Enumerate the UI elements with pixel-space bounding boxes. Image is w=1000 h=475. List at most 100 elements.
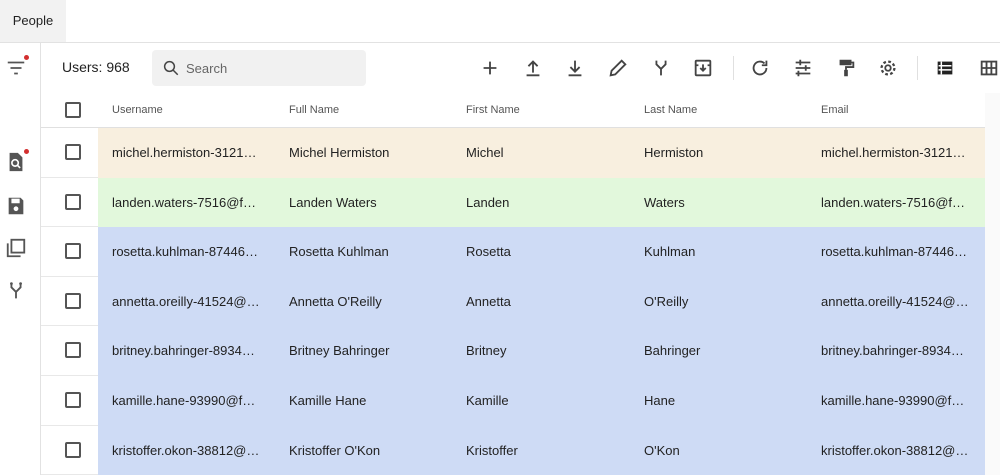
row-checkbox[interactable]	[65, 342, 81, 359]
table-row[interactable]: landen.waters-7516@fak… Landen Waters Land…	[41, 177, 985, 228]
row-checkbox-cell	[41, 128, 98, 178]
cell-first-name: Rosetta	[466, 244, 511, 260]
row-data: annetta.oreilly-41524@fa… Annetta O'Reill…	[98, 276, 985, 327]
merge-icon[interactable]	[650, 57, 672, 79]
toolbar-divider	[733, 56, 734, 80]
row-data: kamille.hane-93990@fak… Kamille Hane Kamil…	[98, 376, 985, 426]
row-checkbox[interactable]	[65, 441, 81, 458]
cell-first-name: Landen	[466, 194, 510, 210]
cell-first-name: Kamille	[466, 393, 509, 408]
cell-username: kamille.hane-93990@fak…	[112, 393, 262, 408]
grid-view-icon[interactable]	[978, 57, 1000, 79]
cell-full-name: Rosetta Kuhlman	[289, 244, 389, 260]
row-checkbox-cell	[41, 376, 98, 426]
row-data: michel.hermiston-31214… Michel Hermiston M…	[98, 128, 985, 178]
row-checkbox-cell	[41, 177, 98, 228]
refresh-icon[interactable]	[749, 57, 771, 79]
users-count: Users: 968	[62, 59, 130, 75]
download-icon[interactable]	[564, 57, 586, 79]
tab-bar: People	[0, 0, 1000, 43]
format-paint-icon[interactable]	[835, 57, 857, 79]
row-checkbox[interactable]	[65, 193, 81, 210]
select-all-checkbox[interactable]	[65, 102, 81, 118]
column-header-email[interactable]: Email	[821, 104, 849, 116]
saved-search-indicator-dot	[24, 149, 29, 154]
copy-icon[interactable]	[5, 237, 27, 259]
left-sidebar	[0, 43, 41, 475]
cell-email: kristoffer.okon-38812@f…	[821, 442, 969, 458]
cell-username: rosetta.kuhlman-87446@…	[112, 244, 262, 260]
row-checkbox[interactable]	[65, 392, 81, 408]
table-header: Username Full Name First Name Last Name …	[41, 93, 985, 128]
toolbar: Users: 968	[41, 43, 1000, 93]
column-header-username[interactable]: Username	[112, 104, 163, 116]
merge-icon[interactable]	[5, 280, 27, 302]
cell-full-name: Kristoffer O'Kon	[289, 442, 381, 458]
column-header-last-name[interactable]: Last Name	[644, 104, 697, 116]
cell-full-name: Kamille Hane	[289, 393, 367, 408]
table-row[interactable]: kristoffer.okon-38812@fa… Kristoffer O'Ko…	[41, 425, 985, 475]
table-row[interactable]: britney.bahringer-89347… Britney Bahringe…	[41, 326, 985, 376]
row-checkbox-cell	[41, 276, 98, 327]
settings-icon[interactable]	[877, 57, 899, 79]
table-row[interactable]: kamille.hane-93990@fak… Kamille Hane Kamil…	[41, 376, 985, 426]
toolbar-divider	[917, 56, 918, 80]
row-data: landen.waters-7516@fak… Landen Waters Land…	[98, 177, 985, 228]
table-row[interactable]: annetta.oreilly-41524@fa… Annetta O'Reill…	[41, 276, 985, 327]
vertical-scrollbar[interactable]	[985, 93, 1000, 475]
cell-first-name: Kristoffer	[466, 442, 518, 458]
cell-first-name: Annetta	[466, 293, 511, 309]
cell-last-name: Hane	[644, 393, 676, 408]
search-icon	[163, 60, 179, 76]
filter-indicator-dot	[24, 55, 29, 60]
row-data: rosetta.kuhlman-87446@… Rosetta Kuhlman Ro…	[98, 227, 985, 277]
cell-username: britney.bahringer-89347…	[112, 343, 262, 359]
cell-last-name: Bahringer	[644, 343, 701, 359]
cell-username: michel.hermiston-31214…	[112, 145, 262, 160]
cell-full-name: Landen Waters	[289, 194, 377, 210]
row-checkbox-cell	[41, 425, 98, 475]
cell-email: kamille.hane-93990@fak…	[821, 393, 969, 408]
cell-email: annetta.oreilly-41524@fa…	[821, 293, 969, 309]
cell-username: landen.waters-7516@fak…	[112, 194, 262, 210]
list-view-icon[interactable]	[934, 57, 956, 79]
column-header-first-name[interactable]: First Name	[466, 104, 520, 116]
table-row[interactable]: michel.hermiston-31214… Michel Hermiston M…	[41, 128, 985, 178]
cell-full-name: Michel Hermiston	[289, 145, 390, 160]
saved-search-icon[interactable]	[5, 149, 29, 173]
cell-last-name: Hermiston	[644, 145, 704, 160]
cell-email: michel.hermiston-31214…	[821, 145, 969, 160]
cell-last-name: O'Kon	[644, 442, 680, 458]
row-checkbox[interactable]	[65, 243, 81, 260]
row-checkbox-cell	[41, 326, 98, 376]
search-box[interactable]	[152, 50, 366, 86]
row-data: kristoffer.okon-38812@fa… Kristoffer O'Ko…	[98, 425, 985, 475]
row-data: britney.bahringer-89347… Britney Bahringe…	[98, 326, 985, 376]
cell-full-name: Britney Bahringer	[289, 343, 390, 359]
cell-username: kristoffer.okon-38812@fa…	[112, 442, 262, 458]
column-header-full-name[interactable]: Full Name	[289, 104, 339, 116]
cell-last-name: Waters	[644, 194, 685, 210]
cell-email: landen.waters-7516@fak…	[821, 194, 969, 210]
edit-icon[interactable]	[607, 57, 629, 79]
tab-people[interactable]: People	[0, 0, 66, 42]
row-checkbox[interactable]	[65, 144, 81, 160]
cell-first-name: Britney	[466, 343, 507, 359]
filter-icon[interactable]	[5, 55, 29, 79]
row-checkbox[interactable]	[65, 292, 81, 309]
cell-last-name: O'Reilly	[644, 293, 689, 309]
add-icon[interactable]	[479, 57, 501, 79]
data-grid: Username Full Name First Name Last Name …	[41, 93, 985, 475]
row-checkbox-cell	[41, 227, 98, 277]
cell-email: britney.bahringer-89347…	[821, 343, 969, 359]
cell-full-name: Annetta O'Reilly	[289, 293, 382, 309]
table-row[interactable]: rosetta.kuhlman-87446@… Rosetta Kuhlman Ro…	[41, 227, 985, 277]
search-input[interactable]	[186, 58, 356, 78]
cell-email: rosetta.kuhlman-87446@…	[821, 244, 969, 260]
archive-icon[interactable]	[692, 57, 714, 79]
tune-icon[interactable]	[792, 57, 814, 79]
save-icon[interactable]	[5, 195, 27, 217]
upload-icon[interactable]	[522, 57, 544, 79]
cell-first-name: Michel	[466, 145, 504, 160]
cell-last-name: Kuhlman	[644, 244, 696, 260]
